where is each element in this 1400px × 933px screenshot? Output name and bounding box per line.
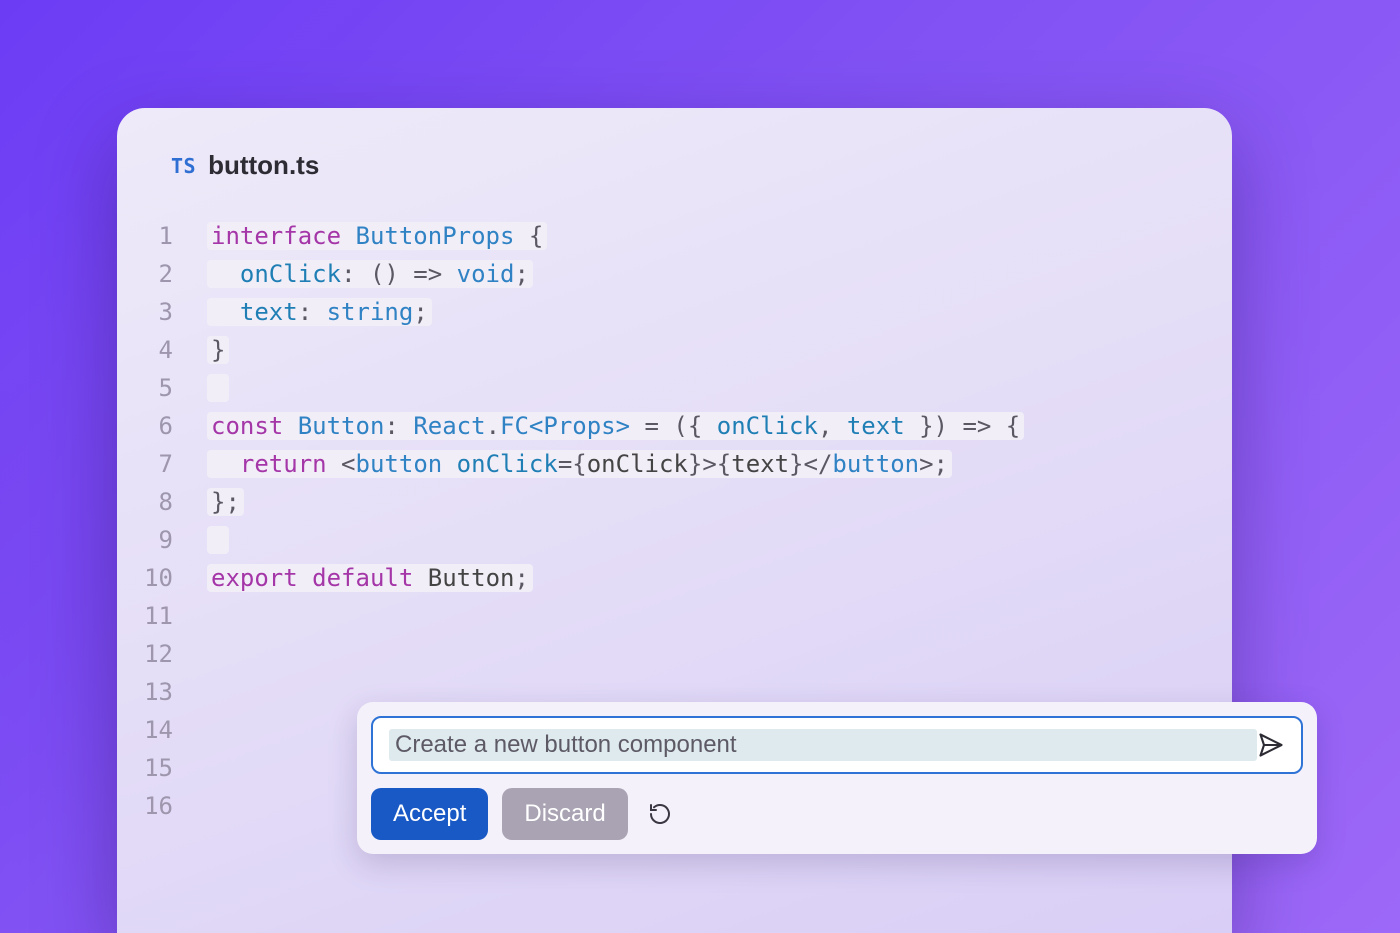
line-number: 15: [117, 749, 173, 787]
discard-button[interactable]: Discard: [502, 788, 627, 840]
accept-button[interactable]: Accept: [371, 788, 488, 840]
send-icon[interactable]: [1257, 731, 1285, 759]
line-number: 11: [117, 597, 173, 635]
code-line: };: [207, 483, 1232, 521]
line-number: 7: [117, 445, 173, 483]
code-line: export default Button;: [207, 559, 1232, 597]
line-number: 5: [117, 369, 173, 407]
line-number: 6: [117, 407, 173, 445]
line-number: 16: [117, 787, 173, 825]
code-line: onClick: () => void;: [207, 255, 1232, 293]
ai-prompt-panel: Create a new button component Accept Dis…: [357, 702, 1317, 854]
line-number: 2: [117, 255, 173, 293]
line-number: 1: [117, 217, 173, 255]
line-number: 8: [117, 483, 173, 521]
line-number: 9: [117, 521, 173, 559]
typescript-icon: TS: [171, 154, 196, 178]
code-line: }: [207, 331, 1232, 369]
editor-window: TS button.ts 1 2 3 4 5 6 7 8 9 10 11 12 …: [117, 108, 1232, 933]
code-line: const Button: React.FC<Props> = ({ onCli…: [207, 407, 1232, 445]
regenerate-icon[interactable]: [642, 796, 678, 832]
line-number: 3: [117, 293, 173, 331]
file-tab[interactable]: TS button.ts: [171, 150, 1232, 181]
code-line: [207, 521, 1232, 559]
line-number-gutter: 1 2 3 4 5 6 7 8 9 10 11 12 13 14 15 16: [117, 217, 207, 825]
line-number: 12: [117, 635, 173, 673]
code-line: return <button onClick={onClick}>{text}<…: [207, 445, 1232, 483]
code-line: [207, 369, 1232, 407]
prompt-input[interactable]: Create a new button component: [371, 716, 1303, 774]
prompt-input-text: Create a new button component: [389, 729, 1257, 761]
line-number: 13: [117, 673, 173, 711]
line-number: 14: [117, 711, 173, 749]
file-name: button.ts: [208, 150, 319, 181]
line-number: 4: [117, 331, 173, 369]
line-number: 10: [117, 559, 173, 597]
code-content[interactable]: interface ButtonProps { onClick: () => v…: [207, 217, 1232, 597]
code-line: interface ButtonProps {: [207, 217, 1232, 255]
prompt-actions: Accept Discard: [371, 788, 1303, 840]
code-line: text: string;: [207, 293, 1232, 331]
